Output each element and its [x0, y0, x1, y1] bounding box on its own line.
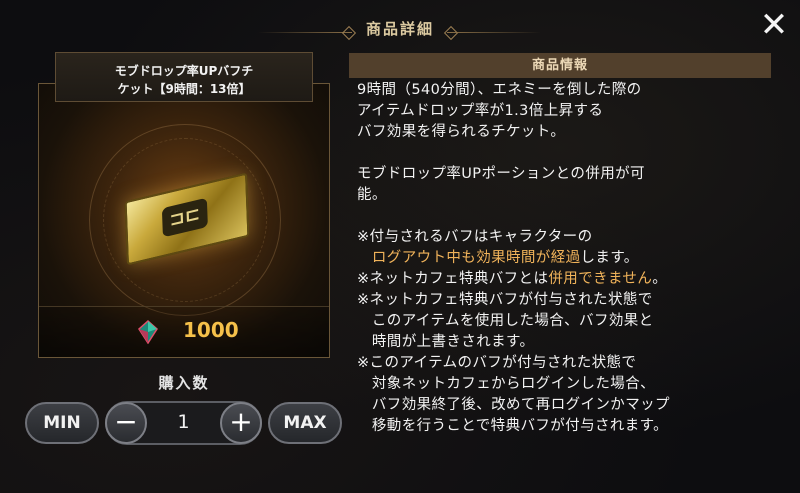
note-line: ※ネットカフェ特典バフとは併用できません。: [357, 269, 777, 290]
item-price: 1000: [183, 318, 239, 342]
note-line: バフ効果終了後、改めて再ログインかマップ: [357, 395, 777, 416]
header-divider-right: [447, 32, 541, 33]
note-text: このアイテムを使用した場合、バフ効果と: [371, 313, 654, 329]
note-line: ログアウト中も効果時間が経過します。: [357, 248, 777, 269]
item-description: 9時間（540分間）、エネミーを倒した際の アイテムドロップ率が1.3倍上昇する…: [357, 80, 777, 437]
note-line: 対象ネットカフェからログインした場合、: [357, 374, 777, 395]
note-text: します。: [580, 250, 639, 266]
close-icon[interactable]: ✕: [758, 8, 790, 42]
crystal-gem-icon: [138, 320, 158, 344]
note-line: 移動を行うことで特典バフが付与されます。: [357, 416, 777, 437]
note-text: バフ効果終了後、改めて再ログインかマップ: [371, 397, 670, 413]
item-preview-panel: ⊐⊏ 1000: [38, 83, 330, 358]
note-text: 。: [652, 271, 668, 287]
note-line: ※ネットカフェ特典バフが付与された状態で: [357, 292, 653, 308]
desc-line: 9時間（540分間）、エネミーを倒した際の: [357, 82, 642, 98]
ticket-emblem-icon: ⊐⊏: [161, 197, 208, 238]
note-text: 時間が上書きされます。: [371, 334, 535, 350]
item-name-line2: ケット【9時間：13倍】: [117, 82, 251, 96]
highlight-text: 併用できません: [548, 271, 653, 287]
item-name-line1: モブドロップ率UPバフチ: [114, 64, 254, 78]
desc-line: 能。: [357, 187, 387, 203]
purchase-quantity-label: 購入数: [158, 374, 210, 392]
note-text: 対象ネットカフェからログインした場合、: [371, 376, 656, 392]
quantity-stepper: − 1 +: [105, 401, 262, 445]
min-quantity-button[interactable]: MIN: [25, 402, 99, 444]
quantity-value: 1: [177, 411, 190, 433]
desc-line: バフ効果を得られるチケット。: [357, 124, 566, 140]
desc-line: モブドロップ率UPポーションとの併用が可: [357, 166, 645, 182]
price-bar: 1000: [39, 306, 329, 357]
note-text: 移動を行うことで特典バフが付与されます。: [371, 418, 669, 434]
note-line: このアイテムを使用した場合、バフ効果と: [357, 311, 777, 332]
item-name-plate: モブドロップ率UPバフチ ケット【9時間：13倍】: [55, 52, 313, 102]
desc-line: アイテムドロップ率が1.3倍上昇する: [357, 103, 604, 119]
max-quantity-button[interactable]: MAX: [268, 402, 342, 444]
dialog-header: 商品詳細: [0, 18, 800, 48]
note-line: 時間が上書きされます。: [357, 332, 777, 353]
note-line: ※付与されるバフはキャラクターの: [357, 229, 593, 245]
dialog-title: 商品詳細: [365, 20, 434, 38]
highlight-text: ログアウト中も効果時間が経過: [371, 250, 581, 266]
note-line: ※このアイテムのバフが付与された状態で: [357, 355, 637, 371]
increase-quantity-button[interactable]: +: [220, 402, 262, 444]
decrease-quantity-button[interactable]: −: [105, 402, 147, 444]
item-info-header: 商品情報: [349, 53, 771, 78]
note-text: ※ネットカフェ特典バフとは: [357, 271, 549, 287]
